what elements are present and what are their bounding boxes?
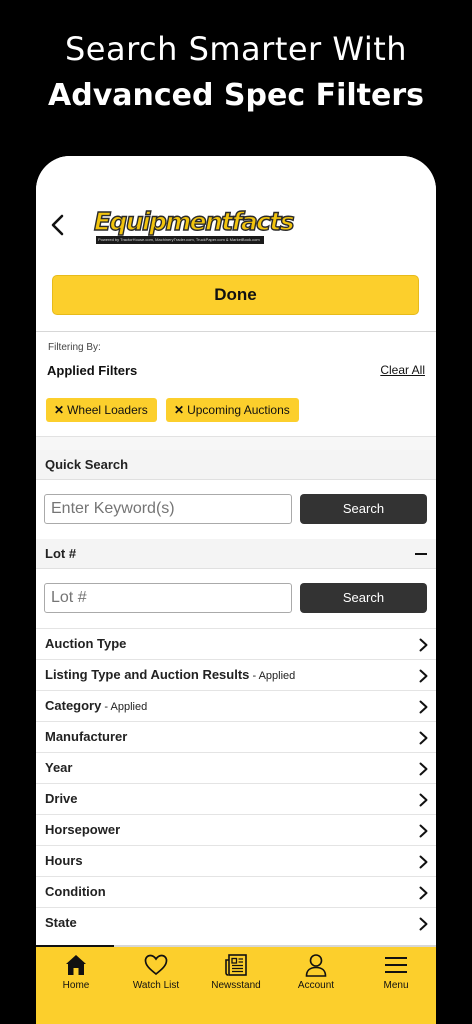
tab-watch-list[interactable]: Watch List <box>116 947 196 1024</box>
section-divider <box>36 436 436 450</box>
filter-name: Auction Type <box>45 636 127 651</box>
phone-screen: Equipmentfacts Powered by TractorHouse.c… <box>36 156 436 1024</box>
chevron-right-icon <box>419 917 428 931</box>
filter-name: Hours <box>45 853 83 868</box>
filter-name: Year <box>45 760 73 775</box>
filter-row-label: State <box>45 908 77 939</box>
filter-row[interactable]: Category - Applied <box>36 690 436 721</box>
lot-number-header[interactable]: Lot # <box>36 539 436 569</box>
remove-icon[interactable]: ✕ <box>174 403 184 417</box>
chevron-right-icon <box>419 824 428 838</box>
tab-home[interactable]: Home <box>36 947 116 1024</box>
applied-indicator: - Applied <box>101 701 148 713</box>
chip-label: Wheel Loaders <box>67 403 148 417</box>
chevron-right-icon <box>419 793 428 807</box>
filtering-by-label: Filtering By: <box>48 342 101 353</box>
filter-row-label: Condition <box>45 877 106 908</box>
filter-row[interactable]: State <box>36 907 436 938</box>
filter-name: State <box>45 915 77 930</box>
menu-icon <box>385 957 407 973</box>
lot-search-row: Search <box>36 570 436 628</box>
applied-indicator: - Applied <box>249 670 296 682</box>
chevron-left-icon[interactable] <box>46 212 72 238</box>
chevron-right-icon <box>419 855 428 869</box>
lot-number-title: Lot # <box>45 546 77 561</box>
filter-row-label: Category - Applied <box>45 691 147 722</box>
filter-row[interactable]: Auction Type <box>36 628 436 659</box>
applied-filters-panel: Filtering By: Applied Filters Clear All … <box>36 332 436 436</box>
user-icon <box>305 954 327 977</box>
heart-icon <box>144 954 168 976</box>
tab-label: Newsstand <box>211 980 261 991</box>
filter-name: Horsepower <box>45 822 121 837</box>
filter-row[interactable]: Horsepower <box>36 814 436 845</box>
filter-row-label: Drive <box>45 784 78 815</box>
filter-row-label: Year <box>45 753 72 784</box>
lot-number-input[interactable] <box>44 583 292 613</box>
chevron-right-icon <box>419 886 428 900</box>
tab-label: Watch List <box>132 980 180 991</box>
tab-menu[interactable]: Menu <box>356 947 436 1024</box>
bottom-tab-bar: Home Watch List Newsstand Account Menu <box>36 947 436 1024</box>
filter-row[interactable]: Year <box>36 752 436 783</box>
filter-row-label: Hours <box>45 846 83 877</box>
chevron-right-icon <box>419 638 428 652</box>
applied-filters-title: Applied Filters <box>47 363 138 378</box>
filter-row[interactable]: Hours <box>36 845 436 876</box>
clear-all-link[interactable]: Clear All <box>380 363 425 377</box>
remove-icon[interactable]: ✕ <box>54 403 64 417</box>
filter-chip-upcoming-auctions[interactable]: ✕ Upcoming Auctions <box>166 398 299 422</box>
quick-search-header: Quick Search <box>36 450 436 480</box>
filter-name: Manufacturer <box>45 729 128 744</box>
chip-label: Upcoming Auctions <box>187 403 290 417</box>
tab-newsstand[interactable]: Newsstand <box>196 947 276 1024</box>
chevron-right-icon <box>419 700 428 714</box>
done-button[interactable]: Done <box>52 275 419 315</box>
filter-row[interactable]: Drive <box>36 783 436 814</box>
home-icon <box>66 955 86 975</box>
filter-row-label: Manufacturer <box>45 722 127 753</box>
filter-row[interactable]: Manufacturer <box>36 721 436 752</box>
filter-row[interactable]: Listing Type and Auction Results - Appli… <box>36 659 436 690</box>
tab-label: Home <box>62 980 90 991</box>
quick-search-row: Search <box>36 481 436 539</box>
tab-label: Menu <box>383 980 409 991</box>
newspaper-icon <box>225 954 247 976</box>
filter-row-label: Horsepower <box>45 815 120 846</box>
keyword-search-button[interactable]: Search <box>300 494 427 524</box>
promo-title-line2: Advanced Spec Filters <box>48 78 424 113</box>
chevron-right-icon <box>419 731 428 745</box>
logo-wordmark: Equipmentfacts <box>93 207 295 236</box>
filter-row-label: Listing Type and Auction Results - Appli… <box>45 660 295 691</box>
tab-account[interactable]: Account <box>276 947 356 1024</box>
filter-name: Listing Type and Auction Results <box>45 667 250 682</box>
promo-title-line1: Search Smarter With <box>64 30 408 68</box>
collapse-icon[interactable] <box>415 553 427 555</box>
filter-name: Condition <box>45 884 106 899</box>
tab-label: Account <box>297 980 335 991</box>
chevron-right-icon <box>419 669 428 683</box>
logo-tagline: Powered by TractorHouse.com, MachineryTr… <box>96 236 264 244</box>
filter-chip-wheel-loaders[interactable]: ✕ Wheel Loaders <box>46 398 157 422</box>
filter-row-label: Auction Type <box>45 629 126 660</box>
filter-name: Category <box>45 698 102 713</box>
app-header: Equipmentfacts Powered by TractorHouse.c… <box>36 156 436 266</box>
equipmentfacts-logo[interactable]: Equipmentfacts Powered by TractorHouse.c… <box>93 207 295 246</box>
lot-search-button[interactable]: Search <box>300 583 427 613</box>
filter-name: Drive <box>45 791 78 806</box>
filter-row[interactable]: Condition <box>36 876 436 907</box>
keyword-search-input[interactable] <box>44 494 292 524</box>
chevron-right-icon <box>419 762 428 776</box>
